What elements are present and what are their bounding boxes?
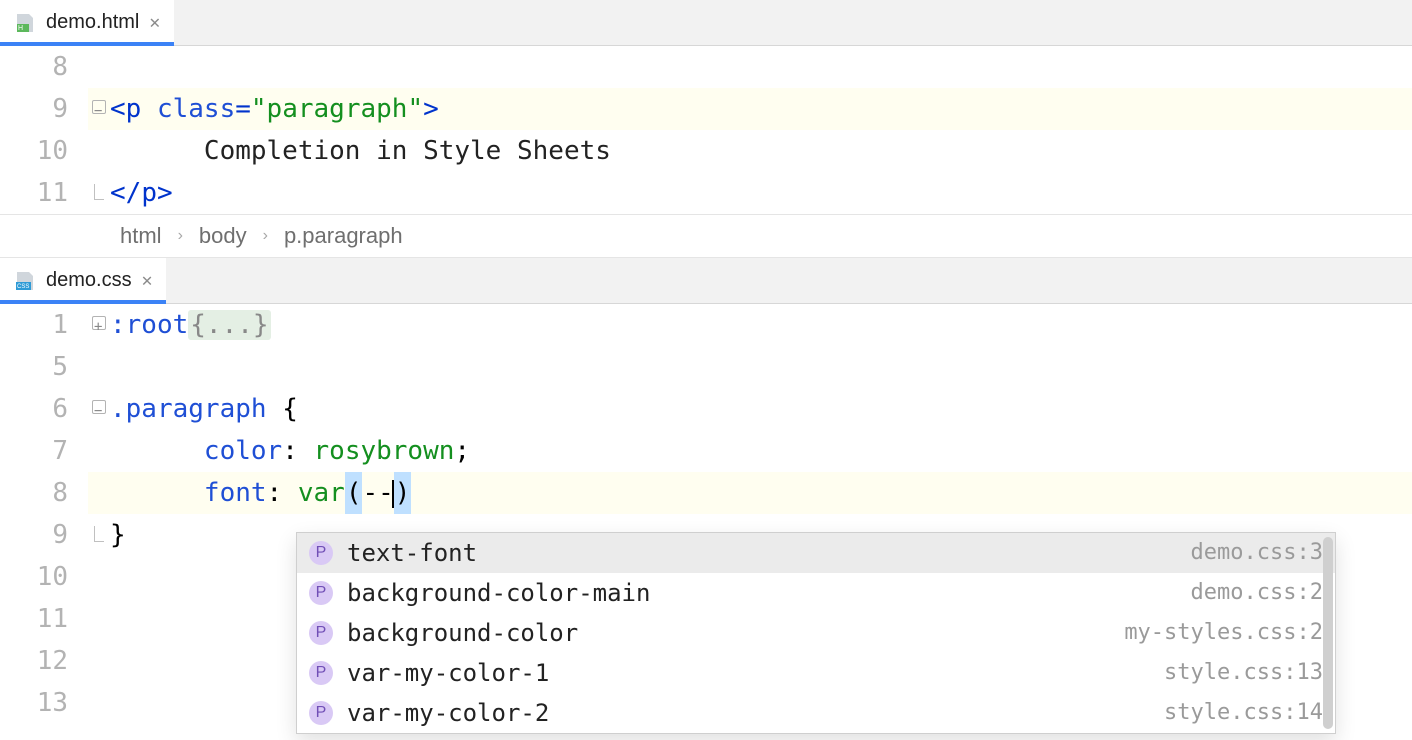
code-line[interactable]: color: rosybrown; [110,430,470,472]
line-number: 13 [0,682,88,724]
line-number: 6 [0,388,88,430]
css-file-icon: CSS [14,270,36,292]
completion-location: my-styles.css:2 [1124,613,1323,653]
code-line[interactable]: Completion in Style Sheets [110,130,611,172]
breadcrumb: html › body › p.paragraph [0,214,1412,258]
line-number: 10 [0,130,88,172]
code-line[interactable]: } [110,514,126,556]
completion-location: style.css:13 [1164,653,1323,693]
property-kind-icon: P [309,661,333,685]
chevron-right-icon: › [178,227,183,245]
fold-marker[interactable] [88,394,110,424]
line-number: 8 [0,46,88,88]
tab-demo-html[interactable]: H demo.html ✕ [0,0,174,45]
completion-location: style.css:14 [1164,693,1323,733]
completion-location: demo.css:2 [1191,573,1323,613]
tabbar-css: CSS demo.css ✕ [0,258,1412,304]
completion-popup: P text-font demo.css:3 P background-colo… [296,532,1336,734]
line-number: 10 [0,556,88,598]
property-kind-icon: P [309,621,333,645]
completion-item[interactable]: P var-my-color-1 style.css:13 [297,653,1335,693]
tab-label: demo.css [46,269,132,292]
close-icon[interactable]: ✕ [149,12,160,33]
completion-label: text-font [347,533,1177,573]
line-number: 9 [0,514,88,556]
code-line[interactable]: <p class="paragraph"> [110,88,439,130]
editor-html[interactable]: 8 9 <p class="paragraph"> 10 Completion … [0,46,1412,214]
completion-label: var-my-color-2 [347,693,1150,733]
property-kind-icon: P [309,581,333,605]
tabbar-html: H demo.html ✕ [0,0,1412,46]
completion-label: var-my-color-1 [347,653,1150,693]
completion-item[interactable]: P background-color-main demo.css:2 [297,573,1335,613]
crumb[interactable]: html [120,223,162,249]
fold-marker[interactable] [88,94,110,124]
property-kind-icon: P [309,541,333,565]
completion-item[interactable]: P var-my-color-2 style.css:14 [297,693,1335,733]
fold-marker[interactable] [88,310,110,340]
fold-end-marker [88,178,110,208]
completion-item[interactable]: P background-color my-styles.css:2 [297,613,1335,653]
crumb[interactable]: body [199,223,247,249]
svg-text:H: H [18,25,23,32]
line-number: 11 [0,172,88,214]
popup-scrollbar[interactable] [1323,537,1333,729]
code-line[interactable]: font: var(--) [110,472,411,514]
code-line[interactable]: </p> [110,172,173,214]
completion-item[interactable]: P text-font demo.css:3 [297,533,1335,573]
html-file-icon: H [14,12,36,34]
editor-panel-html: H demo.html ✕ 8 9 <p class="paragraph"> … [0,0,1412,258]
line-number: 12 [0,640,88,682]
svg-text:CSS: CSS [17,284,29,290]
fold-end-marker [88,520,110,550]
completion-label: background-color [347,613,1110,653]
line-number: 8 [0,472,88,514]
crumb[interactable]: p.paragraph [284,223,403,249]
tab-label: demo.html [46,11,139,34]
tab-demo-css[interactable]: CSS demo.css ✕ [0,258,166,303]
code-line[interactable]: :root{...} [110,304,271,346]
property-kind-icon: P [309,701,333,725]
completion-location: demo.css:3 [1191,533,1323,573]
line-number: 11 [0,598,88,640]
code-line[interactable]: .paragraph { [110,388,298,430]
line-number: 5 [0,346,88,388]
completion-label: background-color-main [347,573,1177,613]
line-number: 1 [0,304,88,346]
chevron-right-icon: › [263,227,268,245]
close-icon[interactable]: ✕ [142,270,153,291]
line-number: 9 [0,88,88,130]
line-number: 7 [0,430,88,472]
